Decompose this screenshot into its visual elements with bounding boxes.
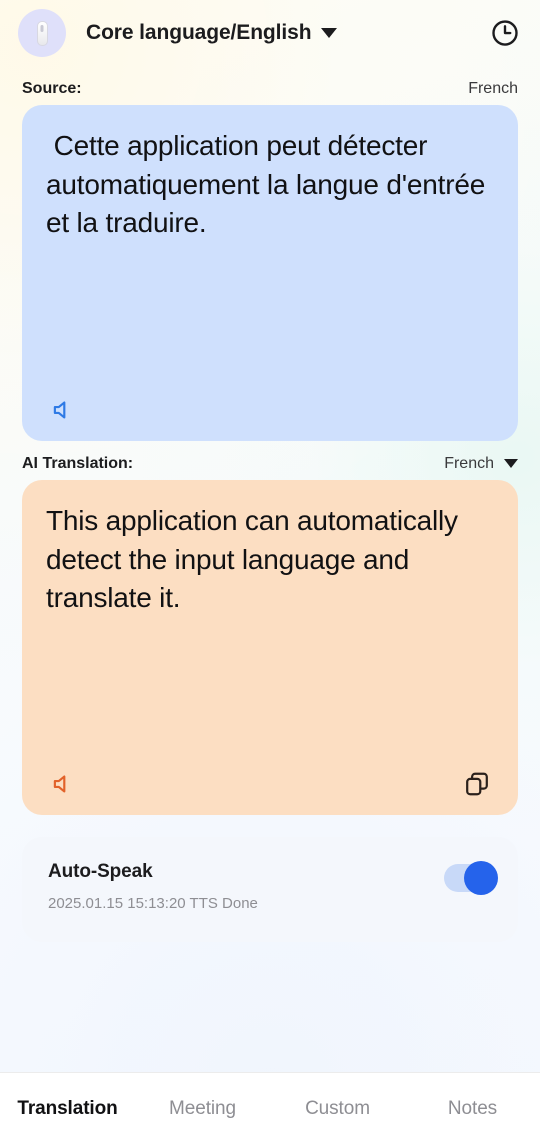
bottom-tab-bar: Translation Meeting Custom Notes xyxy=(0,1072,540,1145)
translation-speak-button[interactable] xyxy=(46,767,80,801)
auto-speak-card: Auto-Speak 2025.01.15 15:13:20 TTS Done xyxy=(22,837,518,942)
language-mode-selector[interactable]: Core language/English xyxy=(66,21,488,45)
source-text: Cette application peut détecter automati… xyxy=(46,130,493,239)
avatar[interactable] xyxy=(18,9,66,57)
chevron-down-icon xyxy=(321,28,338,38)
translation-language-selector[interactable]: French xyxy=(444,455,518,473)
recorder-device-icon xyxy=(36,20,48,46)
page-title: Core language/English xyxy=(86,21,312,44)
translation-card-footer xyxy=(46,767,494,801)
tab-translation[interactable]: Translation xyxy=(0,1098,135,1120)
source-language: French xyxy=(468,80,518,98)
speaker-icon xyxy=(53,401,66,419)
auto-speak-label: Auto-Speak xyxy=(48,861,153,882)
copy-translation-button[interactable] xyxy=(460,767,494,801)
app-root: Core language/English Source: French Cet… xyxy=(0,0,540,1145)
auto-speak-info: Auto-Speak 2025.01.15 15:13:20 TTS Done xyxy=(48,861,258,912)
toggle-knob xyxy=(464,861,498,895)
tab-custom[interactable]: Custom xyxy=(270,1098,405,1120)
tab-notes[interactable]: Notes xyxy=(405,1098,540,1120)
auto-speak-toggle[interactable] xyxy=(444,861,498,895)
chevron-down-icon xyxy=(504,458,518,468)
app-header: Core language/English xyxy=(0,0,540,66)
translation-header-row: AI Translation: French xyxy=(0,455,540,473)
clock-icon xyxy=(492,20,518,46)
source-header-row: Source: French xyxy=(0,80,540,98)
copy-icon xyxy=(466,772,488,796)
source-language-value: French xyxy=(468,80,518,97)
translation-language-value: French xyxy=(444,455,494,472)
source-card-footer xyxy=(46,393,494,427)
source-speak-button[interactable] xyxy=(46,393,80,427)
translation-card: This application can automatically detec… xyxy=(22,480,518,815)
source-label: Source: xyxy=(22,80,82,97)
auto-speak-status: 2025.01.15 15:13:20 TTS Done xyxy=(48,895,258,912)
tab-meeting[interactable]: Meeting xyxy=(135,1098,270,1120)
source-card: Cette application peut détecter automati… xyxy=(22,105,518,441)
translation-text: This application can automatically detec… xyxy=(46,505,466,614)
history-button[interactable] xyxy=(488,16,522,50)
source-footer-spacer xyxy=(460,393,494,427)
speaker-icon xyxy=(53,775,66,793)
translation-label: AI Translation: xyxy=(22,455,134,472)
